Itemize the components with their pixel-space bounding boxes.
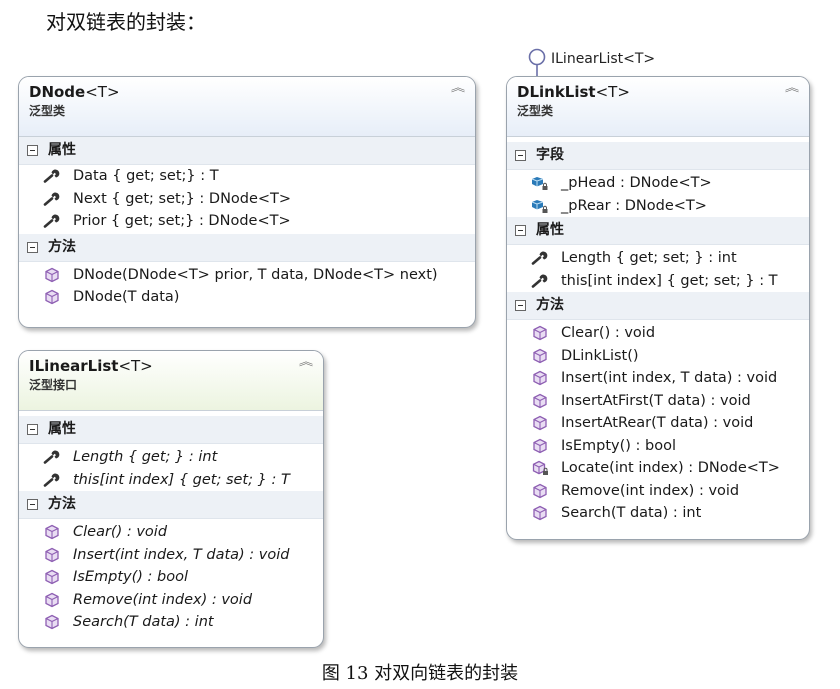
wrench-icon: [43, 191, 61, 207]
section-heading: 对双链表的封装：: [46, 10, 206, 34]
class-name: DNode<T>: [29, 83, 120, 101]
member-row: InsertAtFirst(T data) : void: [507, 390, 809, 413]
member-row: _pHead : DNode<T>: [507, 172, 809, 195]
member-row: Search(T data) : int: [19, 611, 323, 634]
section-methods[interactable]: 方法: [19, 233, 475, 262]
class-header: DNode<T> 泛型类 ︽: [19, 77, 475, 137]
method-cube-icon: [43, 524, 61, 540]
method-cube-icon: [531, 438, 549, 454]
collapse-minus-icon[interactable]: [27, 241, 38, 253]
method-cube-icon: [531, 415, 549, 431]
section-methods[interactable]: 方法: [507, 292, 809, 320]
class-kind: 泛型接口: [29, 378, 78, 392]
lollipop-label: ILinearList<T>: [551, 51, 655, 67]
method-cube-icon: [531, 370, 549, 386]
wrench-icon: [43, 213, 61, 229]
class-kind: 泛型类: [517, 104, 554, 118]
class-name: ILinearList<T>: [29, 357, 153, 375]
member-row: Next { get; set;} : DNode<T>: [19, 188, 475, 211]
member-row: Remove(int index) : void: [507, 480, 809, 503]
method-cube-icon: [531, 325, 549, 341]
member-row: Insert(int index, T data) : void: [507, 367, 809, 390]
section-methods[interactable]: 方法: [19, 491, 323, 519]
collapse-chevron-icon[interactable]: ︽: [449, 82, 467, 97]
section-properties[interactable]: 属性: [19, 137, 475, 165]
figure-caption: 图 13 对双向链表的封装: [321, 663, 519, 684]
member-row: DLinkList(): [507, 345, 809, 368]
collapse-minus-icon[interactable]: [27, 145, 38, 156]
class-box-dnode[interactable]: DNode<T> 泛型类 ︽ 属性 Data { get; set;} : T …: [18, 76, 476, 328]
method-cube-icon: [43, 592, 61, 608]
interface-box-ilinearlist[interactable]: ILinearList<T> 泛型接口 ︽ 属性 Length { get; }…: [18, 350, 324, 648]
class-kind: 泛型类: [29, 104, 66, 118]
section-fields[interactable]: 字段: [507, 142, 809, 170]
wrench-icon: [43, 472, 61, 488]
member-row: Locate(int index) : DNode<T>: [507, 457, 809, 480]
wrench-icon: [43, 449, 61, 465]
interface-lollipop: ILinearList<T>: [528, 48, 655, 77]
class-header: DLinkList<T> 泛型类 ︽: [507, 77, 809, 137]
wrench-icon: [531, 250, 549, 266]
member-row: Clear() : void: [507, 322, 809, 345]
member-row: Search(T data) : int: [507, 502, 809, 525]
member-row: InsertAtRear(T data) : void: [507, 412, 809, 435]
member-row: DNode(DNode<T> prior, T data, DNode<T> n…: [19, 264, 475, 287]
member-row: Insert(int index, T data) : void: [19, 544, 323, 567]
method-cube-icon: [43, 569, 61, 585]
class-box-dlinklist[interactable]: DLinkList<T> 泛型类 ︽ 字段 _pHead : DNode<T> …: [506, 76, 810, 540]
method-cube-icon: [43, 547, 61, 563]
method-cube-icon: [43, 289, 61, 305]
member-row: DNode(T data): [19, 286, 475, 309]
collapse-chevron-icon[interactable]: ︽: [783, 82, 801, 97]
collapse-chevron-icon[interactable]: ︽: [297, 356, 315, 371]
method-cube-icon: [531, 483, 549, 499]
method-cube-icon: [531, 505, 549, 521]
class-header: ILinearList<T> 泛型接口 ︽: [19, 351, 323, 411]
member-row: Prior { get; set;} : DNode<T>: [19, 210, 475, 233]
private-method-icon: [531, 460, 549, 476]
section-properties[interactable]: 属性: [19, 416, 323, 444]
method-cube-icon: [531, 393, 549, 409]
private-field-icon: [531, 198, 549, 214]
member-row: this[int index] { get; set; } : T: [19, 469, 323, 492]
member-row: Length { get; } : int: [19, 446, 323, 469]
class-name: DLinkList<T>: [517, 83, 630, 101]
method-cube-icon: [43, 267, 61, 283]
wrench-icon: [43, 168, 61, 184]
member-row: IsEmpty() : bool: [507, 435, 809, 458]
collapse-minus-icon[interactable]: [27, 424, 38, 435]
method-cube-icon: [43, 614, 61, 630]
private-field-icon: [531, 175, 549, 191]
member-row: Length { get; set; } : int: [507, 247, 809, 270]
member-row: Remove(int index) : void: [19, 589, 323, 612]
collapse-minus-icon[interactable]: [515, 150, 526, 161]
section-properties[interactable]: 属性: [507, 217, 809, 245]
collapse-minus-icon[interactable]: [27, 499, 38, 510]
member-row: Data { get; set;} : T: [19, 165, 475, 188]
member-row: this[int index] { get; set; } : T: [507, 270, 809, 293]
collapse-minus-icon[interactable]: [515, 300, 526, 311]
collapse-minus-icon[interactable]: [515, 225, 526, 236]
member-row: Clear() : void: [19, 521, 323, 544]
member-row: _pRear : DNode<T>: [507, 195, 809, 218]
wrench-icon: [531, 273, 549, 289]
method-cube-icon: [531, 348, 549, 364]
member-row: IsEmpty() : bool: [19, 566, 323, 589]
